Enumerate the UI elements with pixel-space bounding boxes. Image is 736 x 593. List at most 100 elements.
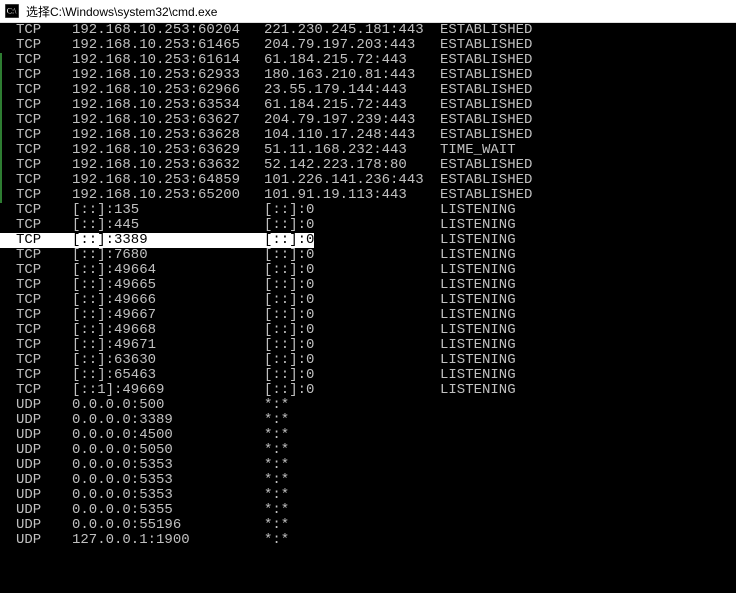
proto-cell: UDP (16, 398, 72, 413)
proto-cell: TCP (16, 263, 72, 278)
state-cell: LISTENING (440, 248, 736, 263)
local-address-cell: 192.168.10.253:63534 (72, 98, 264, 113)
netstat-row: UDP127.0.0.1:1900*:* (0, 533, 736, 548)
remote-address-cell: [::]:0 (264, 383, 440, 398)
remote-address-cell: *:* (264, 518, 440, 533)
local-address-cell: 0.0.0.0:4500 (72, 428, 264, 443)
state-cell: LISTENING (440, 338, 736, 353)
netstat-row: TCP[::]:49668[::]:0LISTENING (0, 323, 736, 338)
netstat-row: TCP[::]:49665[::]:0LISTENING (0, 278, 736, 293)
proto-cell: UDP (16, 473, 72, 488)
state-cell (440, 443, 736, 458)
state-cell: LISTENING (440, 368, 736, 383)
local-address-cell: 192.168.10.253:60204 (72, 23, 264, 38)
remote-address-cell: 204.79.197.239:443 (264, 113, 440, 128)
remote-address-cell: [::]:0 (264, 308, 440, 323)
state-cell: LISTENING (440, 218, 736, 233)
netstat-row: UDP0.0.0.0:3389*:* (0, 413, 736, 428)
remote-address-cell: 101.226.141.236:443 (264, 173, 440, 188)
netstat-row: TCP[::]:7680[::]:0LISTENING (0, 248, 736, 263)
netstat-row: TCP192.168.10.253:6296623.55.179.144:443… (0, 83, 736, 98)
proto-cell: UDP (16, 518, 72, 533)
remote-address-cell: [::]:0 (264, 338, 440, 353)
state-cell (440, 503, 736, 518)
remote-address-cell: 52.142.223.178:80 (264, 158, 440, 173)
local-address-cell: [::]:445 (72, 218, 264, 233)
remote-address-cell: [::]:0 (264, 248, 440, 263)
local-address-cell: [::]:49665 (72, 278, 264, 293)
netstat-row: TCP[::]:65463[::]:0LISTENING (0, 368, 736, 383)
netstat-row: TCP192.168.10.253:60204221.230.245.181:4… (0, 23, 736, 38)
state-cell: TIME_WAIT (440, 143, 736, 158)
remote-address-cell: *:* (264, 443, 440, 458)
remote-address-cell: *:* (264, 488, 440, 503)
state-cell: LISTENING (440, 308, 736, 323)
proto-cell: TCP (16, 338, 72, 353)
local-address-cell: 192.168.10.253:61614 (72, 53, 264, 68)
window-title: 选择C:\Windows\system32\cmd.exe (26, 3, 217, 20)
netstat-row: UDP0.0.0.0:5353*:* (0, 473, 736, 488)
remote-address-cell: [::]:0 (264, 293, 440, 308)
netstat-row: TCP192.168.10.253:6353461.184.215.72:443… (0, 98, 736, 113)
proto-cell: TCP (16, 218, 72, 233)
proto-cell: TCP (16, 128, 72, 143)
state-cell: LISTENING (440, 203, 736, 218)
state-cell: ESTABLISHED (440, 23, 736, 38)
local-address-cell: 0.0.0.0:5355 (72, 503, 264, 518)
state-cell: ESTABLISHED (440, 188, 736, 203)
netstat-row: TCP192.168.10.253:61465204.79.197.203:44… (0, 38, 736, 53)
local-address-cell: [::]:49666 (72, 293, 264, 308)
state-cell (440, 533, 736, 548)
state-cell: LISTENING (440, 323, 736, 338)
local-address-cell: [::]:49671 (72, 338, 264, 353)
netstat-row: TCP[::]:445[::]:0LISTENING (0, 218, 736, 233)
netstat-row: TCP[::1]:49669[::]:0LISTENING (0, 383, 736, 398)
netstat-row: UDP0.0.0.0:55196*:* (0, 518, 736, 533)
local-address-cell: [::]:49668 (72, 323, 264, 338)
state-cell (440, 428, 736, 443)
proto-cell: TCP (16, 323, 72, 338)
local-address-cell: 192.168.10.253:63628 (72, 128, 264, 143)
netstat-row: UDP0.0.0.0:5355*:* (0, 503, 736, 518)
remote-address-cell: [::]:0 (264, 323, 440, 338)
proto-cell: TCP (16, 233, 72, 248)
local-address-cell: 192.168.10.253:61465 (72, 38, 264, 53)
netstat-row: TCP[::]:49666[::]:0LISTENING (0, 293, 736, 308)
local-address-cell: 0.0.0.0:3389 (72, 413, 264, 428)
state-cell: LISTENING (440, 263, 736, 278)
state-cell: ESTABLISHED (440, 173, 736, 188)
proto-cell: TCP (16, 53, 72, 68)
netstat-row: TCP192.168.10.253:64859101.226.141.236:4… (0, 173, 736, 188)
console-output[interactable]: TCP192.168.10.253:60204221.230.245.181:4… (0, 23, 736, 593)
local-address-cell: 192.168.10.253:63632 (72, 158, 264, 173)
state-cell: LISTENING (440, 293, 736, 308)
remote-address-cell: [::]:0 (264, 203, 440, 218)
netstat-row: TCP192.168.10.253:6362951.11.168.232:443… (0, 143, 736, 158)
proto-cell: UDP (16, 488, 72, 503)
proto-cell: TCP (16, 143, 72, 158)
remote-address-cell: 101.91.19.113:443 (264, 188, 440, 203)
local-address-cell: 192.168.10.253:63629 (72, 143, 264, 158)
state-cell: LISTENING (440, 278, 736, 293)
title-bar[interactable]: C:\ 选择C:\Windows\system32\cmd.exe (0, 0, 736, 23)
netstat-row: TCP192.168.10.253:63628104.110.17.248:44… (0, 128, 736, 143)
netstat-row: TCP192.168.10.253:62933180.163.210.81:44… (0, 68, 736, 83)
state-cell: LISTENING (440, 383, 736, 398)
local-address-cell: [::]:63630 (72, 353, 264, 368)
netstat-row: TCP192.168.10.253:63627204.79.197.239:44… (0, 113, 736, 128)
state-cell: LISTENING (440, 353, 736, 368)
remote-address-cell: *:* (264, 473, 440, 488)
remote-address-cell: *:* (264, 428, 440, 443)
local-address-cell: [::]:49667 (72, 308, 264, 323)
netstat-row: UDP0.0.0.0:500*:* (0, 398, 736, 413)
proto-cell: TCP (16, 278, 72, 293)
state-cell (440, 458, 736, 473)
state-cell: ESTABLISHED (440, 98, 736, 113)
remote-address-cell: [::]:0 (264, 218, 440, 233)
proto-cell: TCP (16, 173, 72, 188)
remote-address-cell: *:* (264, 398, 440, 413)
netstat-row: UDP0.0.0.0:5353*:* (0, 488, 736, 503)
proto-cell: TCP (16, 158, 72, 173)
proto-cell: TCP (16, 353, 72, 368)
local-address-cell: 192.168.10.253:63627 (72, 113, 264, 128)
